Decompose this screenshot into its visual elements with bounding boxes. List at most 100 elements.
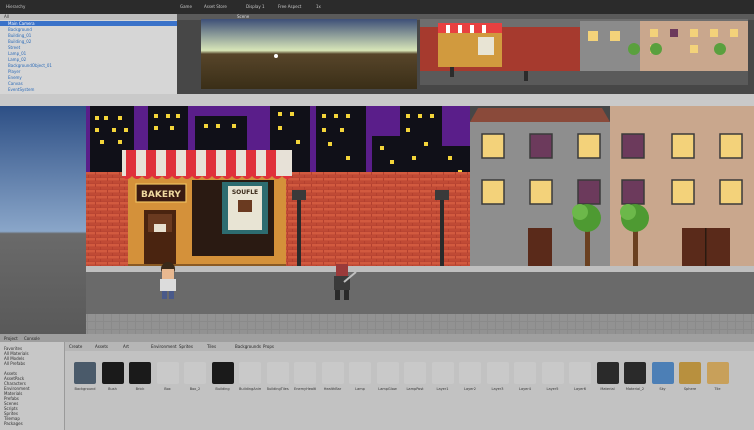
asset-thumbnail	[129, 362, 151, 384]
asset-item[interactable]: Sphere	[679, 362, 701, 391]
hierarchy-item[interactable]: Main Camera	[8, 21, 35, 26]
asset-label: Layer4	[519, 387, 531, 391]
asset-thumbnail	[651, 362, 674, 384]
asset-thumbnail	[431, 362, 454, 384]
asset-item[interactable]: Layer3	[486, 362, 509, 391]
hierarchy-tab[interactable]: Hierarchy	[6, 4, 25, 9]
asset-thumbnail	[706, 362, 729, 384]
hierarchy-item[interactable]: Building_02	[8, 39, 31, 44]
game-aspect-dropdown[interactable]: Free Aspect	[278, 4, 301, 9]
editor-toolbar: Hierarchy Game Asset Store Display 1 Fre…	[0, 0, 754, 14]
asset-item[interactable]: Box	[156, 362, 179, 391]
asset-label: Sky	[659, 387, 666, 391]
asset-item[interactable]: Lamp	[349, 362, 371, 391]
asset-label: Layer6	[574, 387, 586, 391]
asset-item[interactable]: Layer4	[514, 362, 536, 391]
asset-item[interactable]: BuildingAnim	[239, 362, 261, 391]
asset-thumbnail	[596, 362, 619, 384]
hierarchy-item[interactable]: Street	[8, 45, 20, 50]
hierarchy-item[interactable]: Lamp_01	[8, 51, 26, 56]
hierarchy-panel: All Main Camera Background Building_01 Buil…	[0, 14, 177, 94]
asset-label: Sphere	[683, 387, 697, 391]
tan-building	[610, 106, 754, 272]
game-view-panel: Scene	[177, 14, 754, 94]
asset-label: Box	[164, 387, 171, 391]
asset-thumbnail	[514, 362, 536, 384]
asset-thumbnail	[156, 362, 179, 384]
project-tab[interactable]: Project	[4, 336, 18, 341]
hierarchy-item[interactable]: Building_01	[8, 33, 31, 38]
asset-item[interactable]: Material_2	[624, 362, 646, 391]
asset-store-tab[interactable]: Asset Store	[204, 4, 227, 9]
scene-overview-preview	[420, 19, 748, 85]
asset-item[interactable]: HealthBar	[321, 362, 344, 391]
asset-thumbnail	[294, 362, 316, 384]
bakery-shop: BAKERY SOUFLE	[122, 150, 292, 270]
asset-item[interactable]: Tile	[706, 362, 729, 391]
asset-item[interactable]: Sky	[651, 362, 674, 391]
hierarchy-search-bar[interactable]: All	[0, 14, 177, 20]
asset-label: HealthBar	[323, 387, 342, 391]
hierarchy-item[interactable]: Lamp_02	[8, 57, 26, 62]
hierarchy-search-input[interactable]: All	[4, 14, 9, 19]
game-scale-slider[interactable]: 1x	[316, 4, 321, 9]
asset-label: Material_2	[625, 387, 645, 391]
asset-thumbnail	[404, 362, 426, 384]
asset-item[interactable]: Layer6	[569, 362, 591, 391]
scene-canvas[interactable]: BAKERY SOUFLE	[0, 106, 754, 334]
asset-thumbnail	[541, 362, 564, 384]
asset-label: Building	[215, 387, 230, 391]
hierarchy-item[interactable]: Player	[8, 69, 20, 74]
game-tab[interactable]: Game	[180, 4, 192, 9]
asset-thumbnail	[459, 362, 481, 384]
project-tree-item[interactable]: Packages	[4, 421, 23, 426]
asset-thumbnail	[624, 362, 646, 384]
hierarchy-item[interactable]: Background	[8, 27, 32, 32]
console-tab[interactable]: Console	[24, 336, 40, 341]
asset-thumbnail	[349, 362, 371, 384]
asset-item[interactable]: Background	[74, 362, 96, 391]
hierarchy-item[interactable]: EventSystem	[8, 87, 34, 92]
asset-label: Box_2	[189, 387, 201, 391]
asset-item[interactable]: BuildingTiles	[266, 362, 289, 391]
hierarchy-item[interactable]: BackgroundObject_01	[8, 63, 52, 68]
asset-label: Layer3	[491, 387, 504, 391]
asset-label: LampPost	[406, 387, 424, 391]
asset-thumbnail	[679, 362, 701, 384]
asset-label: EnemyHealth	[294, 387, 316, 391]
asset-item[interactable]: LampGlow	[376, 362, 399, 391]
asset-label: Layer2	[464, 387, 476, 391]
asset-item[interactable]: LampPost	[404, 362, 426, 391]
asset-item[interactable]: Bush	[101, 362, 124, 391]
asset-label: BuildingAnim	[239, 387, 261, 391]
asset-thumbnail	[376, 362, 399, 384]
asset-item[interactable]: Layer5	[541, 362, 564, 391]
shop-poster: SOUFLE	[232, 189, 258, 196]
game-display-dropdown[interactable]: Display 1	[246, 4, 265, 9]
asset-thumbnail	[101, 362, 124, 384]
asset-thumbnail	[184, 362, 206, 384]
asset-label: BuildingTiles	[266, 387, 289, 391]
asset-item[interactable]: Material	[596, 362, 619, 391]
scene-view[interactable]: BAKERY SOUFLE	[0, 106, 754, 334]
asset-item[interactable]: Brick	[129, 362, 151, 391]
asset-item[interactable]: Layer2	[459, 362, 481, 391]
project-tree-item[interactable]: All Prefabs	[4, 361, 25, 366]
asset-item[interactable]: Building	[211, 362, 234, 391]
asset-thumbnail	[569, 362, 591, 384]
panel-separator[interactable]	[0, 94, 754, 106]
game-camera-preview	[201, 19, 417, 89]
hierarchy-item[interactable]: Enemy	[8, 75, 22, 80]
asset-label: Layer5	[546, 387, 559, 391]
asset-label: Background	[74, 387, 96, 391]
asset-thumbnail	[211, 362, 234, 384]
asset-label: Lamp	[355, 387, 365, 391]
asset-grid: Background Bush Brick Box Box_2 Building Build…	[70, 334, 754, 430]
asset-item[interactable]: Layer1	[431, 362, 454, 391]
asset-thumbnail	[239, 362, 261, 384]
hierarchy-item[interactable]: Canvas	[8, 81, 23, 86]
asset-item[interactable]: Box_2	[184, 362, 206, 391]
asset-label: Brick	[135, 387, 145, 391]
asset-item[interactable]: EnemyHealth	[294, 362, 316, 391]
asset-thumbnail	[321, 362, 344, 384]
